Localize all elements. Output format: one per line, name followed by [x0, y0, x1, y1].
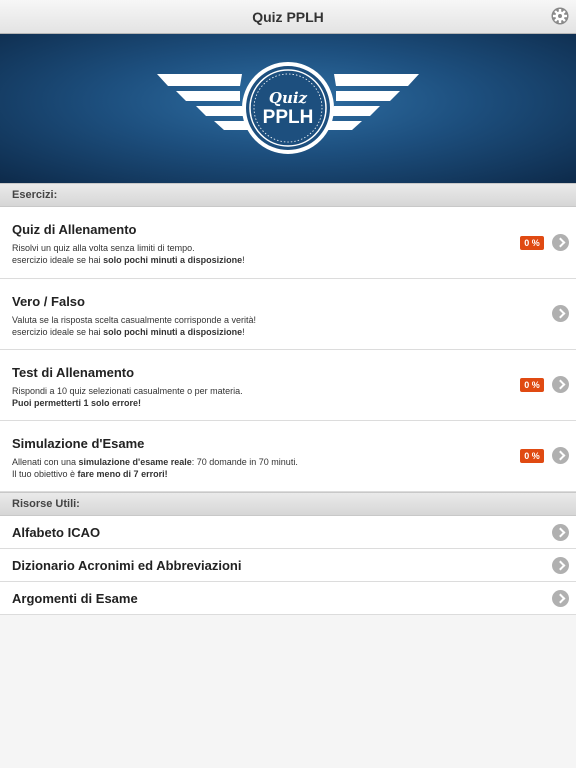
- list-item-test-allenamento[interactable]: Test di Allenamento Rispondi a 10 quiz s…: [0, 350, 576, 421]
- logo-text-pplh: PPLH: [263, 107, 314, 128]
- row-title: Quiz di Allenamento: [12, 222, 137, 237]
- logo-text-quiz: Quiz: [269, 89, 308, 107]
- list-item-dizionario[interactable]: Dizionario Acronimi ed Abbreviazioni: [0, 549, 576, 582]
- chevron-right-icon[interactable]: [552, 447, 569, 464]
- progress-badge: 0 %: [520, 449, 544, 463]
- section-header-exercises: Esercizi:: [0, 183, 576, 207]
- row-description: Allenati con una simulazione d'esame rea…: [12, 457, 298, 479]
- row-title: Dizionario Acronimi ed Abbreviazioni: [12, 558, 242, 573]
- list-item-simulazione-esame[interactable]: Simulazione d'Esame Allenati con una sim…: [0, 421, 576, 492]
- chevron-right-icon[interactable]: [552, 557, 569, 574]
- list-item-vero-falso[interactable]: Vero / Falso Valuta se la risposta scelt…: [0, 279, 576, 350]
- progress-badge: 0 %: [520, 236, 544, 250]
- row-title: Test di Allenamento: [12, 365, 135, 380]
- row-description: Valuta se la risposta scelta casualmente…: [12, 315, 256, 337]
- chevron-right-icon[interactable]: [552, 234, 569, 251]
- progress-badge: 0 %: [520, 378, 544, 392]
- row-title: Alfabeto ICAO: [12, 525, 101, 540]
- row-title: Argomenti di Esame: [12, 591, 138, 606]
- row-title: Simulazione d'Esame: [12, 436, 145, 451]
- header-banner: Quiz PPLH: [0, 34, 576, 183]
- chevron-right-icon[interactable]: [552, 524, 569, 541]
- quiz-pplh-logo: Quiz PPLH: [157, 62, 419, 154]
- list-item-quiz-allenamento[interactable]: Quiz di Allenamento Risolvi un quiz alla…: [0, 207, 576, 279]
- row-description: Risolvi un quiz alla volta senza limiti …: [12, 243, 245, 265]
- list-item-argomenti-esame[interactable]: Argomenti di Esame: [0, 582, 576, 615]
- chevron-right-icon[interactable]: [552, 376, 569, 393]
- list-item-alfabeto-icao[interactable]: Alfabeto ICAO: [0, 516, 576, 549]
- chevron-right-icon[interactable]: [552, 305, 569, 322]
- section-header-resources: Risorse Utili:: [0, 492, 576, 516]
- navigation-bar: Quiz PPLH: [0, 0, 576, 34]
- row-title: Vero / Falso: [12, 294, 85, 309]
- chevron-right-icon[interactable]: [552, 590, 569, 607]
- page-title: Quiz PPLH: [252, 9, 324, 25]
- row-description: Rispondi a 10 quiz selezionati casualmen…: [12, 386, 243, 408]
- gear-icon[interactable]: [551, 7, 569, 25]
